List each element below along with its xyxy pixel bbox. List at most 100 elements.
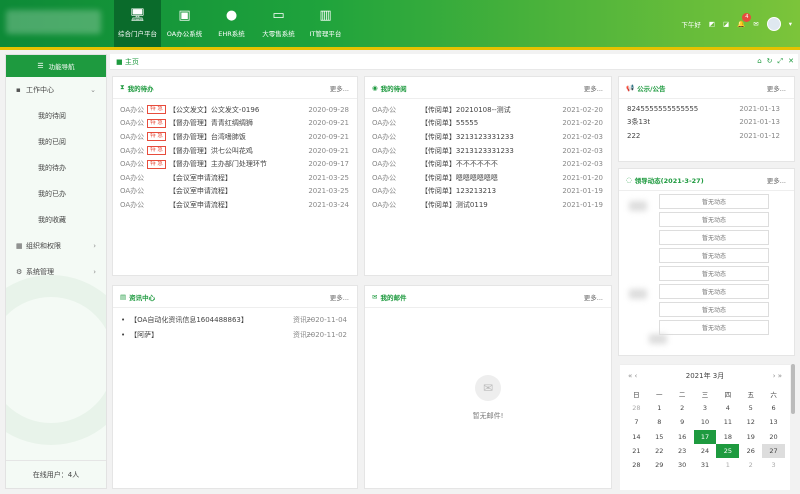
calendar-day[interactable]: 13 bbox=[762, 415, 785, 429]
sidebar-item-system[interactable]: ⚙ 系统管理 › bbox=[6, 259, 106, 285]
sidebar-item-read[interactable]: 我的已阅 bbox=[6, 129, 106, 155]
list-item[interactable]: OA办公特 急【督办管理】青青红绸绸狮 2020-09-21 bbox=[113, 117, 357, 131]
close-icon[interactable]: ✕ bbox=[788, 57, 794, 65]
calendar-day[interactable]: 11 bbox=[716, 415, 739, 429]
calendar-day[interactable]: 2 bbox=[739, 458, 762, 472]
item-title[interactable]: 【传阅单】嗯嗯嗯嗯嗯嗯 bbox=[421, 173, 498, 183]
calendar-day[interactable]: 31 bbox=[694, 458, 717, 472]
list-item[interactable]: OA办公特 急【传阅单】不不不不不不 2021-02-03 bbox=[365, 157, 611, 171]
list-item[interactable]: OA办公特 急【会议室申请流程】 2021-03-25 bbox=[113, 171, 357, 185]
theme-icon[interactable]: ◩ bbox=[709, 20, 715, 28]
notice-title[interactable]: 8245555555555555 bbox=[627, 105, 698, 113]
calendar-day[interactable]: 6 bbox=[762, 401, 785, 415]
breadcrumb-home[interactable]: 主页 bbox=[125, 57, 139, 67]
calendar-day[interactable]: 7 bbox=[625, 415, 648, 429]
item-title[interactable]: 【会议室申请流程】 bbox=[169, 200, 232, 210]
help-icon[interactable]: ◪ bbox=[723, 20, 729, 28]
sidebar-item-done[interactable]: 我的已办 bbox=[6, 181, 106, 207]
nav-retail[interactable]: ▭ 大零售系统 bbox=[255, 0, 302, 47]
calendar-day[interactable]: 27 bbox=[762, 443, 785, 458]
calendar-day[interactable]: 16 bbox=[671, 430, 694, 444]
calendar-day[interactable]: 9 bbox=[671, 415, 694, 429]
calendar-day[interactable]: 2 bbox=[671, 401, 694, 415]
fullscreen-icon[interactable]: ⤢ bbox=[778, 57, 784, 65]
calendar-next-button[interactable]: › » bbox=[773, 372, 782, 380]
sidebar-item-work-center[interactable]: ▪ 工作中心 ⌄ bbox=[6, 77, 106, 103]
more-link[interactable]: 更多... bbox=[584, 292, 603, 302]
calendar-day[interactable]: 5 bbox=[739, 401, 762, 415]
calendar-day[interactable]: 28 bbox=[625, 458, 648, 472]
calendar-prev-button[interactable]: « ‹ bbox=[628, 372, 637, 380]
item-title[interactable]: 【传阅单】不不不不不不 bbox=[421, 159, 498, 169]
calendar-day[interactable]: 30 bbox=[671, 458, 694, 472]
item-title[interactable]: 【传阅单】20210108--测试 bbox=[421, 105, 511, 115]
chevron-down-icon[interactable]: ▾ bbox=[789, 20, 792, 28]
list-item[interactable]: OA办公特 急【会议室申请流程】 2021-03-24 bbox=[113, 198, 357, 212]
calendar-day[interactable]: 19 bbox=[739, 430, 762, 444]
more-link[interactable]: 更多... bbox=[330, 292, 349, 302]
item-title[interactable]: 【会议室申请流程】 bbox=[169, 186, 232, 196]
calendar-day[interactable]: 28 bbox=[625, 401, 648, 415]
list-item[interactable]: 222 2021-01-12 bbox=[619, 129, 794, 143]
calendar-day[interactable]: 26 bbox=[739, 444, 762, 458]
item-title[interactable]: 【督办管理】主办部门处理环节 bbox=[169, 159, 267, 169]
item-title[interactable]: 【会议室申请流程】 bbox=[169, 173, 232, 183]
item-title[interactable]: 【传阅单】3213123331233 bbox=[421, 132, 514, 142]
nav-it[interactable]: ▥ IT管理平台 bbox=[302, 0, 349, 47]
nav-ehr[interactable]: ● EHR系统 bbox=[208, 0, 255, 47]
item-title[interactable]: 【传阅单】测试0119 bbox=[421, 200, 488, 210]
item-title[interactable]: 【传阅单】3213123331233 bbox=[421, 146, 514, 156]
item-title[interactable]: 【传阅单】55555 bbox=[421, 118, 478, 128]
more-link[interactable]: 更多... bbox=[584, 83, 603, 93]
item-title[interactable]: 【公文发文】公文发文-0196 bbox=[169, 105, 259, 115]
calendar-day[interactable]: 24 bbox=[694, 444, 717, 458]
list-item[interactable]: OA办公特 急【传阅单】3213123331233 2021-02-03 bbox=[365, 130, 611, 144]
list-item[interactable]: OA办公特 急【公文发文】公文发文-0196 2020-09-28 bbox=[113, 103, 357, 117]
sidebar-item-org[interactable]: ▦ 组织和权限 › bbox=[6, 233, 106, 259]
more-link[interactable]: 更多... bbox=[767, 83, 786, 93]
list-item[interactable]: OA办公特 急【传阅单】3213123331233 2021-02-03 bbox=[365, 144, 611, 158]
sidebar-item-to-do[interactable]: 我的待办 bbox=[6, 155, 106, 181]
calendar-day[interactable]: 17 bbox=[693, 429, 717, 444]
sidebar-header[interactable]: ☰ 功能导航 bbox=[6, 55, 106, 77]
calendar-day[interactable]: 1 bbox=[716, 458, 739, 472]
calendar-day[interactable]: 18 bbox=[716, 430, 739, 444]
list-item[interactable]: OA办公特 急【会议室申请流程】 2021-03-25 bbox=[113, 185, 357, 199]
list-item[interactable]: OA办公特 急【传阅单】20210108--测试 2021-02-20 bbox=[365, 103, 611, 117]
item-title[interactable]: 【督办管理】台湾嗜肺饭 bbox=[169, 132, 246, 142]
list-item[interactable]: OA办公特 急【传阅单】55555 2021-02-20 bbox=[365, 117, 611, 131]
calendar-day[interactable]: 8 bbox=[648, 415, 671, 429]
avatar[interactable] bbox=[766, 16, 781, 31]
more-link[interactable]: 更多... bbox=[767, 175, 786, 185]
calendar-day[interactable]: 3 bbox=[694, 401, 717, 415]
scrollbar[interactable] bbox=[791, 364, 795, 414]
calendar-day[interactable]: 4 bbox=[716, 401, 739, 415]
list-item[interactable]: OA办公特 急【督办管理】洪七公叫花鸡 2020-09-21 bbox=[113, 144, 357, 158]
list-item[interactable]: OA办公特 急【督办管理】主办部门处理环节 2020-09-17 bbox=[113, 157, 357, 171]
info-title[interactable]: 【OA自动化资讯信息1604488863】 bbox=[130, 315, 248, 325]
list-item[interactable]: 3条13t 2021-01-13 bbox=[619, 116, 794, 130]
calendar-day[interactable]: 12 bbox=[739, 415, 762, 429]
more-link[interactable]: 更多... bbox=[330, 83, 349, 93]
list-item[interactable]: OA办公特 急【传阅单】测试0119 2021-01-19 bbox=[365, 198, 611, 212]
nav-portal[interactable]: 🖥 综合门户平台 bbox=[114, 0, 161, 47]
info-title[interactable]: 【阿萨】 bbox=[130, 330, 158, 340]
home-icon[interactable]: ⌂ bbox=[757, 57, 761, 65]
list-item[interactable]: • 【OA自动化资讯信息1604488863】 资讯一 2020-11-04 bbox=[113, 312, 357, 327]
calendar-day[interactable]: 14 bbox=[625, 430, 648, 444]
calendar-day[interactable]: 29 bbox=[648, 458, 671, 472]
list-item[interactable]: 8245555555555555 2021-01-13 bbox=[619, 102, 794, 116]
calendar-day[interactable]: 22 bbox=[648, 444, 671, 458]
mail-icon[interactable]: ✉ bbox=[753, 20, 758, 28]
calendar-day[interactable]: 20 bbox=[762, 430, 785, 444]
calendar-day[interactable]: 15 bbox=[648, 430, 671, 444]
calendar-day[interactable]: 3 bbox=[762, 458, 785, 472]
calendar-day[interactable]: 23 bbox=[671, 444, 694, 458]
sidebar-item-to-read[interactable]: 我的待阅 bbox=[6, 103, 106, 129]
item-title[interactable]: 【督办管理】洪七公叫花鸡 bbox=[169, 146, 253, 156]
notice-title[interactable]: 3条13t bbox=[627, 117, 650, 127]
notice-title[interactable]: 222 bbox=[627, 132, 640, 140]
nav-oa[interactable]: ▣ OA办公系统 bbox=[161, 0, 208, 47]
calendar-day[interactable]: 21 bbox=[625, 444, 648, 458]
list-item[interactable]: OA办公特 急【传阅单】嗯嗯嗯嗯嗯嗯 2021-01-20 bbox=[365, 171, 611, 185]
